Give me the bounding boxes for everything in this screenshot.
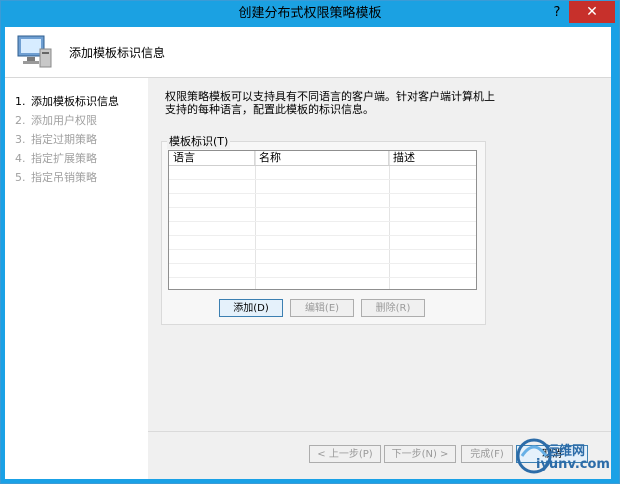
row-line [169,235,476,236]
description: 权限策略模板可以支持具有不同语言的客户端。针对客户端计算机上 支持的每种语言，配… [165,90,525,116]
nav-step-label: 指定扩展策略 [31,152,97,165]
column-header-language[interactable]: 语言 [169,151,255,165]
row-line [169,277,476,278]
nav-step-5: 5. 指定吊销策略 [15,169,97,185]
prev-button[interactable]: < 上一步(P) [309,445,381,463]
nav-step-2: 2. 添加用户权限 [15,112,97,128]
row-line [169,221,476,222]
nav-step-number: 5. [15,171,26,184]
computer-icon [17,35,52,68]
edit-button[interactable]: 编辑(E) [290,299,354,317]
column-divider [389,151,390,289]
nav-step-1[interactable]: 1. 添加模板标识信息 [15,93,119,109]
nav-step-number: 3. [15,133,26,146]
finish-button[interactable]: 完成(F) [461,445,513,463]
header-title: 添加模板标识信息 [69,46,166,60]
description-line-2: 支持的每种语言，配置此模板的标识信息。 [165,103,374,116]
wizard-window: 创建分布式权限策略模板 ? ✕ 添加模板标识信息 1. 添加模板标识信息 2. 添加… [0,0,620,484]
nav-step-label: 添加模板标识信息 [31,95,119,108]
nav-step-number: 1. [15,95,26,108]
next-button[interactable]: 下一步(N) > [384,445,456,463]
nav-step-label: 添加用户权限 [31,114,97,127]
nav-step-3: 3. 指定过期策略 [15,131,97,147]
column-header-name[interactable]: 名称 [255,151,389,165]
close-button[interactable]: ✕ [569,1,615,23]
row-line [169,207,476,208]
template-identifier-table[interactable]: 语言 名称 描述 [168,150,477,290]
row-line [169,179,476,180]
column-divider [255,151,256,289]
header-divider [169,165,476,166]
wizard-content: 1. 添加模板标识信息 2. 添加用户权限 3. 指定过期策略 4. 指定扩展策略 5.… [5,78,611,479]
row-line [169,263,476,264]
title-bar: 创建分布式权限策略模板 ? ✕ [1,1,619,27]
nav-step-number: 4. [15,152,26,165]
row-line [169,193,476,194]
nav-step-label: 指定过期策略 [31,133,97,146]
column-header-description[interactable]: 描述 [389,151,476,165]
watermark-url: iyunv.com [536,457,610,472]
window-title: 创建分布式权限策略模板 [238,6,382,21]
nav-step-4: 4. 指定扩展策略 [15,150,97,166]
description-line-1: 权限策略模板可以支持具有不同语言的客户端。针对客户端计算机上 [165,90,495,103]
add-button[interactable]: 添加(D) [219,299,283,317]
delete-button[interactable]: 删除(R) [361,299,425,317]
help-button[interactable]: ? [545,3,569,23]
group-label: 模板标识(T) [167,133,231,149]
nav-step-label: 指定吊销策略 [31,171,97,184]
wizard-header: 添加模板标识信息 [5,27,611,78]
nav-step-number: 2. [15,114,26,127]
step-nav: 1. 添加模板标识信息 2. 添加用户权限 3. 指定过期策略 4. 指定扩展策略 5.… [5,78,148,479]
row-line [169,249,476,250]
